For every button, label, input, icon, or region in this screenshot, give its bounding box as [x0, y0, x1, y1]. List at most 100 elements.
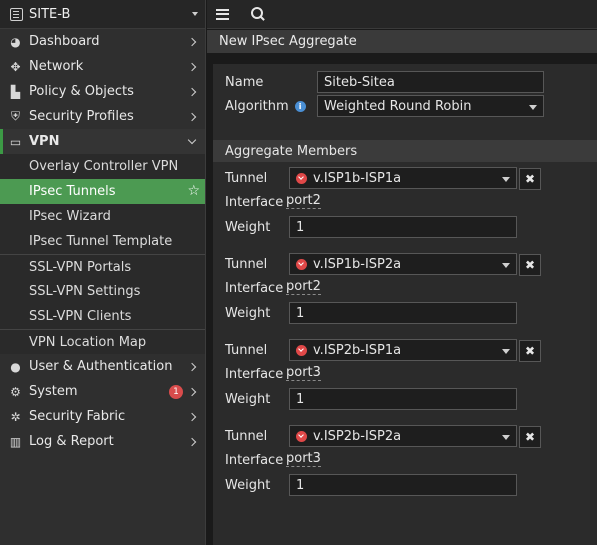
member-3-tunnel-row: Tunnel	[225, 339, 267, 361]
tunnel-label: Tunnel	[225, 170, 268, 186]
member-3-weight-row: Weight	[225, 388, 270, 410]
sidebar-item-vpn[interactable]: ▭ VPN	[0, 129, 205, 154]
sidebar-subitem-vpn-location-map[interactable]: VPN Location Map	[0, 329, 205, 354]
sidebar-item-label: Security Profiles	[29, 109, 134, 124]
algorithm-value: Weighted Round Robin	[324, 98, 472, 114]
interface-label: Interface	[225, 452, 284, 468]
member-4-tunnel-row: Tunnel	[225, 425, 267, 447]
chevron-right-icon	[187, 62, 197, 71]
chevron-down-icon	[502, 349, 510, 354]
weight-input-2[interactable]: 1	[289, 302, 517, 324]
name-label: Name	[225, 74, 264, 90]
member-1-interface-row: Interface	[225, 191, 283, 213]
tunnel-select-4[interactable]: v.ISP2b-ISP2a	[289, 425, 517, 447]
sidebar-item-label: Dashboard	[29, 34, 100, 49]
security-profiles-icon: ⛨	[10, 109, 20, 123]
sidebar-subitem-label: SSL-VPN Clients	[29, 309, 132, 324]
sidebar-subitem-overlay-controller-vpn[interactable]: Overlay Controller VPN	[0, 154, 205, 179]
sidebar-item-policy-objects[interactable]: ▙ Policy & Objects	[0, 79, 205, 104]
remove-member-4-button[interactable]: ✖	[519, 426, 541, 448]
algorithm-select[interactable]: Weighted Round Robin	[317, 95, 544, 117]
name-row: Name	[225, 71, 287, 93]
star-icon[interactable]: ☆	[187, 183, 200, 199]
interface-value: port2	[286, 279, 321, 295]
weight-label: Weight	[225, 477, 271, 493]
sidebar-item-dashboard[interactable]: ◕ Dashboard	[0, 29, 205, 54]
sidebar-subitem-ssl-vpn-portals[interactable]: SSL-VPN Portals	[0, 254, 205, 279]
member-2-weight-row: Weight	[225, 302, 270, 324]
weight-input-4[interactable]: 1	[289, 474, 517, 496]
interface-label: Interface	[225, 280, 284, 296]
sidebar-item-network[interactable]: ✥ Network	[0, 54, 205, 79]
close-icon: ✖	[524, 344, 536, 358]
tunnel-down-icon	[296, 258, 307, 270]
info-icon[interactable]: i	[294, 100, 306, 112]
aggregate-members-header: Aggregate Members	[213, 140, 597, 162]
tunnel-down-icon	[296, 430, 307, 442]
sidebar-item-log-report[interactable]: ▥ Log & Report	[0, 429, 205, 454]
sidebar-item-label: Policy & Objects	[29, 84, 134, 99]
sidebar-subitem-label: VPN Location Map	[29, 334, 147, 350]
chevron-right-icon	[187, 112, 197, 121]
sidebar-subitem-ssl-vpn-clients[interactable]: SSL-VPN Clients	[0, 304, 205, 329]
interface-value: port3	[286, 451, 321, 467]
weight-label: Weight	[225, 391, 271, 407]
remove-member-3-button[interactable]: ✖	[519, 340, 541, 362]
sidebar-item-label: VPN	[29, 134, 60, 149]
gear-icon: ⚙	[10, 384, 21, 399]
tunnel-select-2[interactable]: v.ISP1b-ISP2a	[289, 253, 517, 275]
device-icon	[10, 7, 23, 21]
sidebar-subitem-ipsec-wizard[interactable]: IPsec Wizard	[0, 204, 205, 229]
top-bar	[207, 0, 597, 29]
chevron-down-icon	[502, 177, 510, 182]
close-icon: ✖	[524, 258, 536, 272]
algorithm-label: Algorithm	[225, 98, 289, 114]
chevron-right-icon	[187, 37, 197, 46]
weight-input-3[interactable]: 1	[289, 388, 517, 410]
sidebar-item-user-authentication[interactable]: ● User & Authentication	[0, 354, 205, 379]
interface-value: port2	[286, 193, 321, 209]
tunnel-value: v.ISP1b-ISP2a	[313, 256, 402, 272]
device-selector[interactable]: SITE-B	[0, 0, 205, 29]
sidebar-subitem-ssl-vpn-settings[interactable]: SSL-VPN Settings	[0, 279, 205, 304]
weight-label: Weight	[225, 305, 271, 321]
sidebar-subitem-ipsec-tunnel-template[interactable]: IPsec Tunnel Template	[0, 229, 205, 254]
sidebar-item-label: Log & Report	[29, 434, 114, 449]
tunnel-select-3[interactable]: v.ISP2b-ISP1a	[289, 339, 517, 361]
remove-member-1-button[interactable]: ✖	[519, 168, 541, 190]
hamburger-menu-icon[interactable]	[216, 8, 229, 20]
tunnel-value: v.ISP2b-ISP2a	[313, 428, 402, 444]
vpn-icon: ▭	[9, 134, 22, 149]
page-title: New IPsec Aggregate	[219, 34, 357, 49]
member-4-interface-row: Interface	[225, 449, 283, 471]
tunnel-select-1[interactable]: v.ISP1b-ISP1a	[289, 167, 517, 189]
chevron-down-icon	[529, 105, 537, 110]
sidebar-subitem-ipsec-tunnels[interactable]: IPsec Tunnels ☆	[0, 179, 205, 204]
chart-icon: ▥	[9, 434, 22, 449]
close-icon: ✖	[524, 430, 536, 444]
remove-member-2-button[interactable]: ✖	[519, 254, 541, 276]
member-4-weight-row: Weight	[225, 474, 270, 496]
chevron-right-icon	[187, 387, 197, 396]
weight-input-1[interactable]: 1	[289, 216, 517, 238]
search-icon[interactable]	[251, 7, 265, 21]
sidebar-item-system[interactable]: ⚙ System 1	[0, 379, 205, 404]
chevron-down-icon	[502, 263, 510, 268]
sidebar-subitem-label: SSL-VPN Settings	[29, 284, 141, 299]
tunnel-down-icon	[296, 172, 307, 184]
sidebar-subitem-label: SSL-VPN Portals	[29, 259, 132, 275]
tunnel-label: Tunnel	[225, 256, 268, 272]
interface-value: port3	[286, 365, 321, 381]
notification-badge: 1	[169, 384, 183, 399]
sidebar-item-security-fabric[interactable]: ✲ Security Fabric	[0, 404, 205, 429]
tunnel-down-icon	[296, 344, 307, 356]
tunnel-value: v.ISP2b-ISP1a	[313, 342, 402, 358]
sidebar-subitem-label: IPsec Wizard	[29, 209, 111, 224]
sidebar-item-security-profiles[interactable]: ⛨ Security Profiles	[0, 104, 205, 129]
sidebar-item-label: Network	[29, 59, 84, 74]
sidebar-subitem-label: IPsec Tunnel Template	[29, 234, 173, 249]
algorithm-row: Algorithm i	[225, 95, 306, 117]
page-title-bar: New IPsec Aggregate	[207, 30, 597, 53]
chevron-right-icon	[187, 87, 197, 96]
name-input[interactable]: Siteb-Sitea	[317, 71, 544, 93]
